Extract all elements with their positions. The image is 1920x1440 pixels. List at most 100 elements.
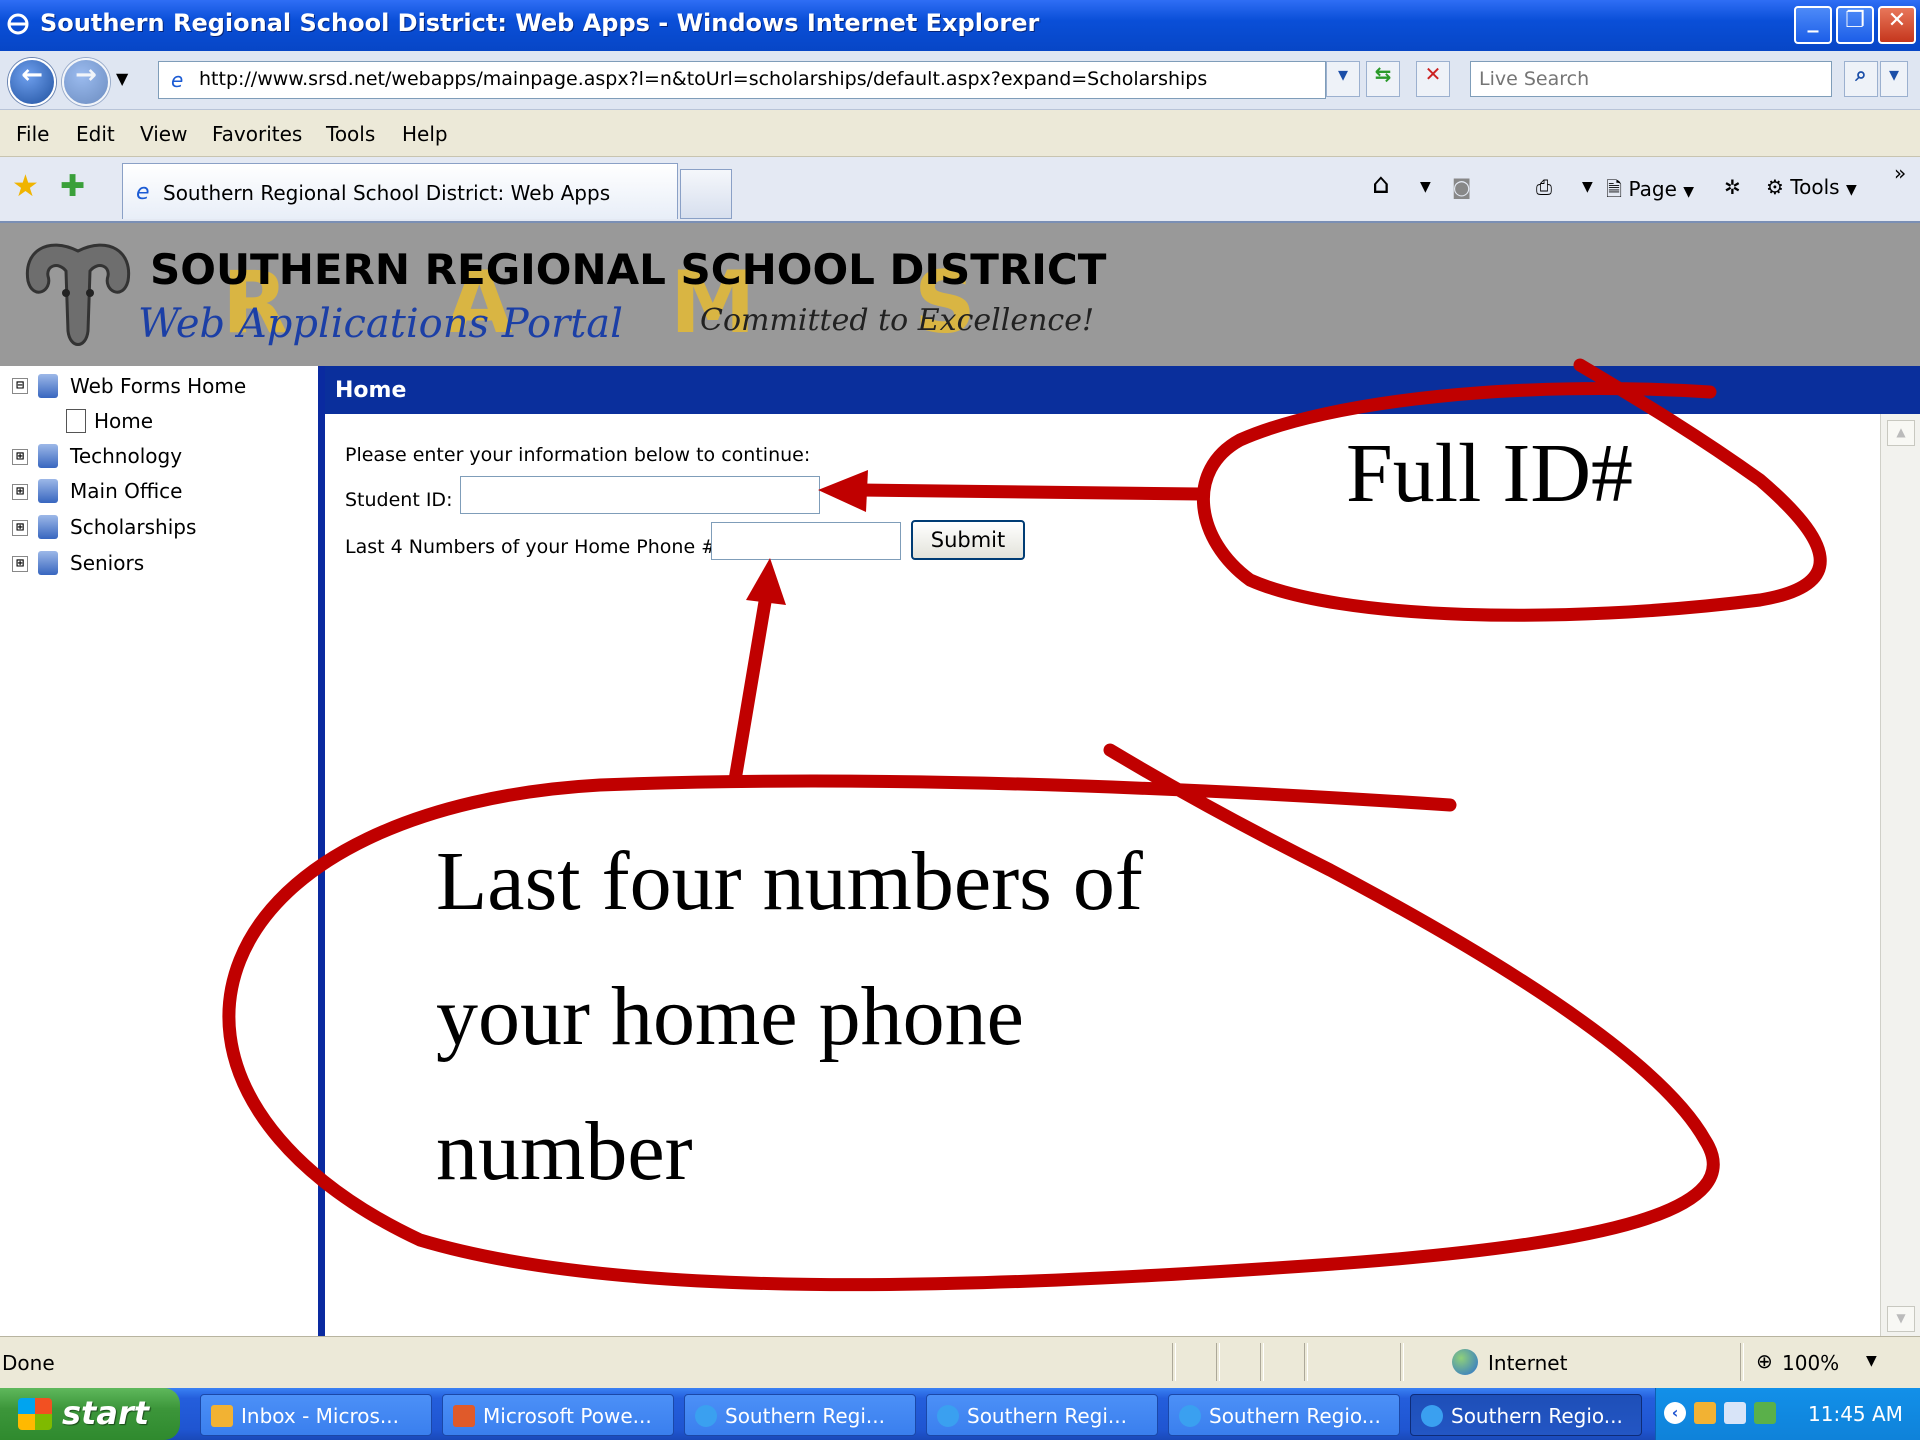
annotation-phone-line2: your home phone xyxy=(436,970,1024,1063)
annotation-full-id: Full ID# xyxy=(1346,427,1634,520)
menu-view[interactable]: View xyxy=(140,122,187,146)
url-text: http://www.srsd.net/webapps/mainpage.asp… xyxy=(199,68,1208,90)
ie-tab-icon: e xyxy=(136,180,150,203)
page-icon xyxy=(66,409,86,433)
menu-file[interactable]: File xyxy=(16,122,49,146)
tools-menu[interactable]: ⚙ Tools ▼ xyxy=(1766,175,1857,199)
taskbar-label: Southern Regi... xyxy=(725,1404,885,1428)
stop-button[interactable]: ✕ xyxy=(1416,61,1450,97)
address-field[interactable]: e http://www.srsd.net/webapps/mainpage.a… xyxy=(158,61,1326,99)
add-favorite-icon[interactable]: ✚ xyxy=(60,169,85,204)
svg-text:e: e xyxy=(136,180,150,203)
search-button[interactable]: ⌕ xyxy=(1844,61,1878,97)
expand-icon[interactable]: ⊞ xyxy=(12,484,28,500)
site-banner: R A M S SOUTHERN REGIONAL SCHOOL DISTRIC… xyxy=(0,223,1920,366)
page-e-icon: e xyxy=(171,68,183,92)
collapse-icon[interactable]: ⊟ xyxy=(12,378,28,394)
taskbar-label: Southern Regio... xyxy=(1451,1404,1623,1428)
taskbar-ie-4[interactable]: Southern Regio... xyxy=(1410,1394,1642,1436)
student-id-input[interactable] xyxy=(460,476,820,514)
page-menu-label: Page xyxy=(1628,177,1677,201)
back-button[interactable]: ← xyxy=(8,58,56,106)
annotation-phone-line1: Last four numbers of xyxy=(436,835,1143,928)
expand-icon[interactable]: ⊞ xyxy=(12,556,28,572)
minimize-button[interactable]: _ xyxy=(1794,6,1832,44)
folder-icon xyxy=(38,479,58,503)
outlook-icon xyxy=(211,1405,233,1427)
tree-item-scholarships[interactable]: Scholarships xyxy=(70,515,196,539)
network-tray-icon[interactable] xyxy=(1754,1402,1776,1424)
tab-southern-regional[interactable]: e Southern Regional School District: Web… xyxy=(122,163,678,219)
new-tab-button[interactable] xyxy=(680,169,732,219)
print-dropdown-icon[interactable]: ▼ xyxy=(1582,179,1593,195)
menu-favorites[interactable]: Favorites xyxy=(212,122,302,146)
taskbar-ie-2[interactable]: Southern Regi... xyxy=(926,1394,1158,1436)
search-input[interactable] xyxy=(1477,67,1821,91)
more-commands-icon[interactable]: » xyxy=(1894,161,1906,185)
research-icon[interactable]: ✲ xyxy=(1724,175,1741,199)
menu-edit[interactable]: Edit xyxy=(76,122,115,146)
search-icon: ⌕ xyxy=(1855,62,1867,86)
zoom-level[interactable]: 100% xyxy=(1782,1351,1839,1375)
refresh-button[interactable]: ⇆ xyxy=(1366,61,1400,97)
expand-icon[interactable]: ⊞ xyxy=(12,520,28,536)
tab-bar: ★ ✚ e Southern Regional School District:… xyxy=(0,157,1920,223)
vertical-scrollbar[interactable]: ▲ ▼ xyxy=(1880,414,1920,1336)
security-zone: Internet xyxy=(1488,1351,1568,1375)
zoom-icon: ⊕ xyxy=(1756,1349,1773,1373)
scroll-down-icon[interactable]: ▼ xyxy=(1887,1306,1915,1332)
phone-last4-input[interactable] xyxy=(711,522,901,560)
tree-item-home[interactable]: Home xyxy=(94,409,153,433)
print-icon[interactable]: ⎙ xyxy=(1536,175,1552,199)
notes-tray-icon[interactable] xyxy=(1724,1402,1746,1424)
live-search-box[interactable] xyxy=(1470,61,1832,97)
restore-button[interactable]: ❐ xyxy=(1836,6,1874,44)
address-dropdown-button[interactable]: ▾ xyxy=(1326,61,1360,97)
forward-arrow-icon: → xyxy=(75,60,97,90)
taskbar-ie-3[interactable]: Southern Regio... xyxy=(1168,1394,1400,1436)
back-arrow-icon: ← xyxy=(21,60,43,90)
status-divider xyxy=(1260,1343,1264,1381)
outlook-tray-icon[interactable] xyxy=(1694,1402,1716,1424)
status-divider xyxy=(1172,1343,1176,1381)
content-title: Home xyxy=(335,378,407,403)
zoom-dropdown-icon[interactable]: ▼ xyxy=(1866,1353,1877,1369)
search-options-button[interactable]: ▾ xyxy=(1880,61,1908,97)
close-icon: ✕ xyxy=(1887,8,1907,33)
expand-icon[interactable]: ⊞ xyxy=(12,449,28,465)
submit-button[interactable]: Submit xyxy=(911,520,1025,560)
close-button[interactable]: ✕ xyxy=(1878,6,1916,44)
folder-icon xyxy=(38,551,58,575)
taskbar: start Inbox - Micros... Microsoft Powe..… xyxy=(0,1388,1920,1440)
instructions-text: Please enter your information below to c… xyxy=(345,444,811,466)
start-button[interactable]: start xyxy=(0,1388,180,1440)
forward-button[interactable]: → xyxy=(62,58,110,106)
taskbar-powerpoint[interactable]: Microsoft Powe... xyxy=(442,1394,674,1436)
page-icon: 🗎 xyxy=(1606,177,1623,201)
phone-label: Last 4 Numbers of your Home Phone #: xyxy=(345,536,724,558)
navigation-tree: ⊟ Web Forms Home Home ⊞ Technology ⊞ Mai… xyxy=(0,366,325,1336)
internet-globe-icon xyxy=(1452,1349,1478,1375)
menu-tools[interactable]: Tools xyxy=(326,122,375,146)
tree-item-technology[interactable]: Technology xyxy=(70,444,182,468)
taskbar-ie-1[interactable]: Southern Regi... xyxy=(684,1394,916,1436)
window-title-bar[interactable]: Southern Regional School District: Web A… xyxy=(0,0,1920,51)
feeds-icon[interactable]: ◙ xyxy=(1452,175,1471,199)
taskbar-label: Inbox - Micros... xyxy=(241,1404,399,1428)
scroll-up-icon[interactable]: ▲ xyxy=(1887,420,1915,446)
tree-item-seniors[interactable]: Seniors xyxy=(70,551,144,575)
taskbar-inbox[interactable]: Inbox - Micros... xyxy=(200,1394,432,1436)
page-dropdown-icon: ▼ xyxy=(1683,184,1695,200)
annotation-phone-line3: number xyxy=(436,1105,693,1198)
menu-help[interactable]: Help xyxy=(402,122,448,146)
home-dropdown-icon[interactable]: ▼ xyxy=(1420,179,1431,195)
history-dropdown-icon[interactable]: ▼ xyxy=(116,69,128,88)
svg-text:e: e xyxy=(171,68,183,92)
favorites-star-icon[interactable]: ★ xyxy=(12,169,39,204)
home-icon[interactable]: ⌂ xyxy=(1372,167,1390,200)
school-motto: Committed to Excellence! xyxy=(700,303,1095,338)
page-menu[interactable]: 🗎 Page ▼ xyxy=(1606,175,1694,209)
tray-expand-icon[interactable]: ‹ xyxy=(1664,1402,1686,1424)
tree-item-main-office[interactable]: Main Office xyxy=(70,479,182,503)
tree-item-web-forms-home[interactable]: Web Forms Home xyxy=(70,374,246,398)
